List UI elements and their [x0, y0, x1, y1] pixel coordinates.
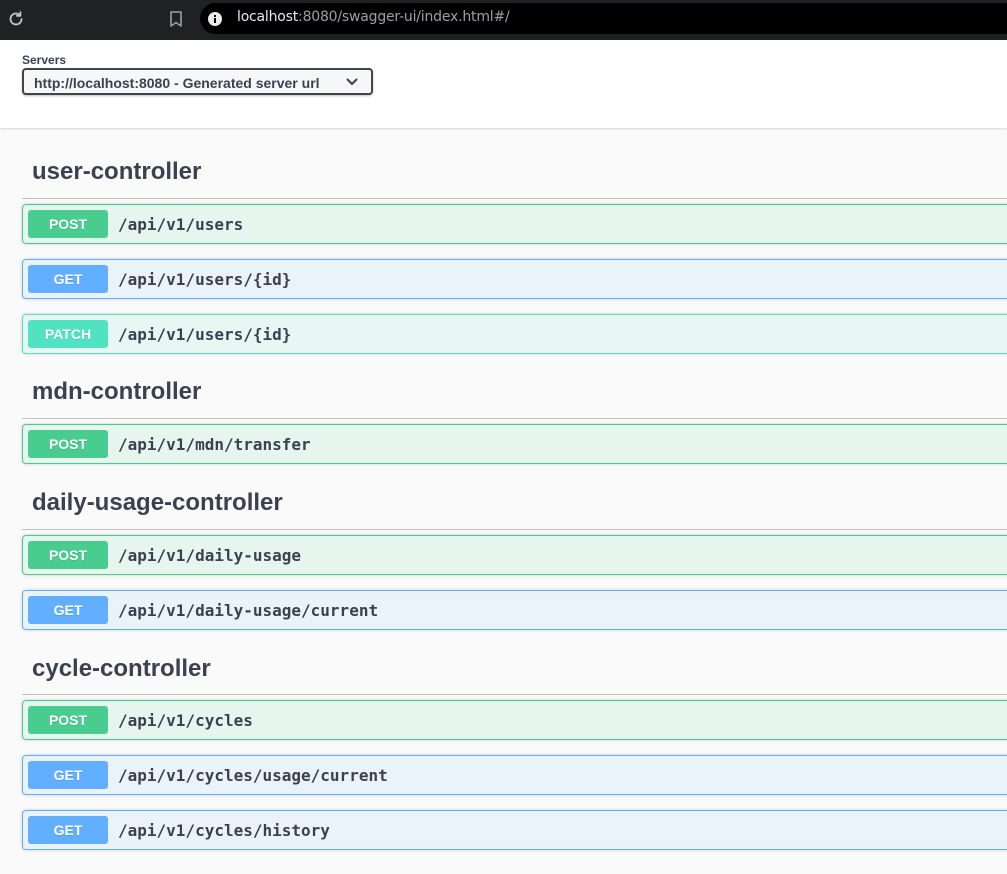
- method-badge: POST: [28, 210, 108, 238]
- operation-path: /api/v1/cycles/history: [118, 821, 330, 840]
- operation-get-cycles-history[interactable]: GET /api/v1/cycles/history: [22, 810, 1007, 850]
- url-rest: :8080/swagger-ui/index.html#/: [298, 9, 510, 25]
- method-badge: GET: [28, 596, 108, 624]
- tag-divider: [22, 418, 1007, 419]
- url-text[interactable]: localhost:8080/swagger-ui/index.html#/: [237, 9, 510, 25]
- servers-select[interactable]: http://localhost:8080 - Generated server…: [22, 68, 373, 95]
- operation-path: /api/v1/users/{id}: [118, 270, 292, 289]
- operation-post-cycles[interactable]: POST /api/v1/cycles: [22, 700, 1007, 740]
- operation-post-mdn-transfer[interactable]: POST /api/v1/mdn/transfer: [22, 424, 1007, 464]
- tag-title-user-controller[interactable]: user-controller: [32, 158, 201, 186]
- tag-divider: [22, 198, 1007, 199]
- tag-divider: [22, 529, 1007, 530]
- operation-path: /api/v1/cycles/usage/current: [118, 766, 388, 785]
- site-info-icon[interactable]: [207, 11, 223, 27]
- operation-path: /api/v1/daily-usage/current: [118, 601, 379, 620]
- method-badge: POST: [28, 430, 108, 458]
- operation-get-cycles-usage-current[interactable]: GET /api/v1/cycles/usage/current: [22, 755, 1007, 795]
- operation-path: /api/v1/mdn/transfer: [118, 435, 311, 454]
- servers-section: Servers http://localhost:8080 - Generate…: [0, 40, 1007, 128]
- servers-label: Servers: [22, 53, 67, 67]
- operation-get-user-by-id[interactable]: GET /api/v1/users/{id}: [22, 259, 1007, 299]
- method-badge: POST: [28, 706, 108, 734]
- operation-get-daily-usage-current[interactable]: GET /api/v1/daily-usage/current: [22, 590, 1007, 630]
- tag-divider: [22, 694, 1007, 695]
- method-badge: PATCH: [28, 320, 108, 348]
- method-badge: GET: [28, 816, 108, 844]
- operation-patch-user-by-id[interactable]: PATCH /api/v1/users/{id}: [22, 314, 1007, 354]
- method-badge: GET: [28, 265, 108, 293]
- operation-post-users[interactable]: POST /api/v1/users: [22, 204, 1007, 244]
- url-host: localhost: [237, 9, 299, 25]
- chevron-down-icon: [346, 78, 358, 85]
- browser-toolbar: localhost:8080/swagger-ui/index.html#/: [0, 0, 1007, 40]
- operation-path: /api/v1/users: [118, 215, 244, 234]
- operation-path: /api/v1/daily-usage: [118, 546, 302, 565]
- operation-post-daily-usage[interactable]: POST /api/v1/daily-usage: [22, 535, 1007, 575]
- reload-icon[interactable]: [7, 10, 25, 28]
- tag-title-daily-usage-controller[interactable]: daily-usage-controller: [32, 489, 283, 517]
- method-badge: POST: [28, 541, 108, 569]
- servers-select-value: http://localhost:8080 - Generated server…: [34, 75, 320, 91]
- bookmark-icon[interactable]: [168, 10, 184, 28]
- method-badge: GET: [28, 761, 108, 789]
- operation-path: /api/v1/users/{id}: [118, 325, 292, 344]
- tag-title-mdn-controller[interactable]: mdn-controller: [32, 378, 201, 406]
- operation-path: /api/v1/cycles: [118, 711, 253, 730]
- tag-title-cycle-controller[interactable]: cycle-controller: [32, 655, 211, 683]
